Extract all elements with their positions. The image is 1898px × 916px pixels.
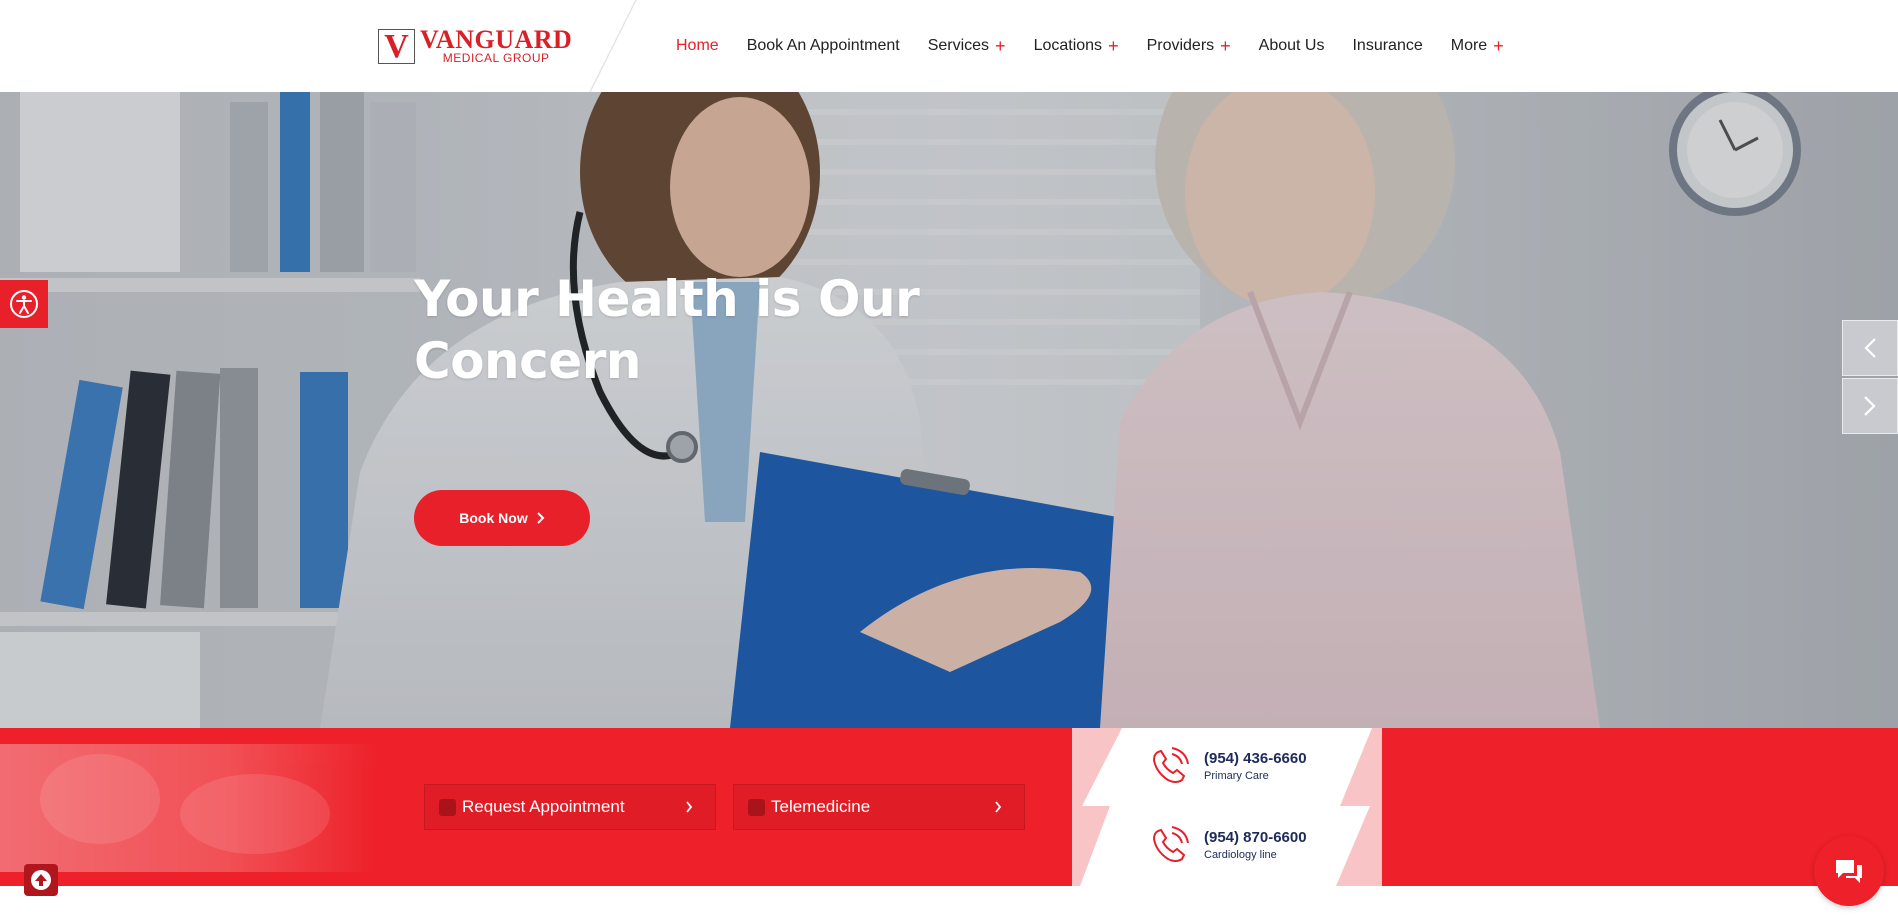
main-nav: Home Book An Appointment Services + Locat… [676,0,1532,92]
chevron-right-icon [995,801,1002,813]
header-divider [589,0,637,92]
plus-icon: + [1493,36,1504,56]
request-appointment-button[interactable]: Request Appointment [424,784,716,830]
plus-icon: + [995,36,1006,56]
nav-home[interactable]: Home [676,37,719,55]
accessibility-button[interactable] [0,280,48,328]
nav-more[interactable]: More + [1451,37,1504,55]
logo[interactable]: V VANGUARD MEDICAL GROUP [378,25,573,65]
chevron-right-icon [1864,396,1876,416]
plus-icon: + [1108,36,1119,56]
hero-slider: Your Health is Our Concern Book Now [0,92,1898,728]
quick-actions-band: Request Appointment Telemedicine [0,728,1898,886]
nav-insurance[interactable]: Insurance [1352,37,1422,55]
phone-label: Primary Care [1204,770,1269,782]
book-now-button[interactable]: Book Now [414,490,590,546]
calendar-icon [439,798,456,816]
hero-title: Your Health is Our Concern [414,270,920,390]
plus-icon: + [1220,36,1231,56]
logo-name: VANGUARD [420,25,573,54]
slider-prev-button[interactable] [1842,320,1898,376]
phone-number: (954) 436-6660 [1204,750,1307,767]
site-header: V VANGUARD MEDICAL GROUP Home Book An Ap… [0,0,1898,92]
slider-next-button[interactable] [1842,378,1898,434]
scroll-to-top-button[interactable] [24,864,58,896]
nav-providers[interactable]: Providers + [1147,37,1231,55]
phone-icon [1152,826,1189,862]
nav-about-us[interactable]: About Us [1259,37,1325,55]
band-background-image [0,744,380,872]
nav-services[interactable]: Services + [928,37,1006,55]
logo-subtitle: MEDICAL GROUP [442,51,550,65]
logo-mark: V [378,29,415,64]
arrow-up-icon [31,870,51,890]
video-icon [748,798,765,816]
nav-book-appointment[interactable]: Book An Appointment [747,37,900,55]
chevron-right-icon [537,512,545,524]
accessibility-icon [10,290,38,318]
chevron-right-icon [686,801,693,813]
nav-locations[interactable]: Locations + [1034,37,1119,55]
chat-icon [1836,860,1862,883]
telemedicine-button[interactable]: Telemedicine [733,784,1025,830]
chat-button[interactable] [1814,836,1884,906]
phone-label: Cardiology line [1204,849,1277,861]
contact-primary-care[interactable]: (954) 436-6660 Primary Care [1148,746,1307,788]
contact-cardiology-line[interactable]: (954) 870-6600 Cardiology line [1148,825,1307,867]
chevron-left-icon [1864,338,1876,358]
phone-number: (954) 870-6600 [1204,829,1307,846]
phone-icon [1152,747,1189,783]
